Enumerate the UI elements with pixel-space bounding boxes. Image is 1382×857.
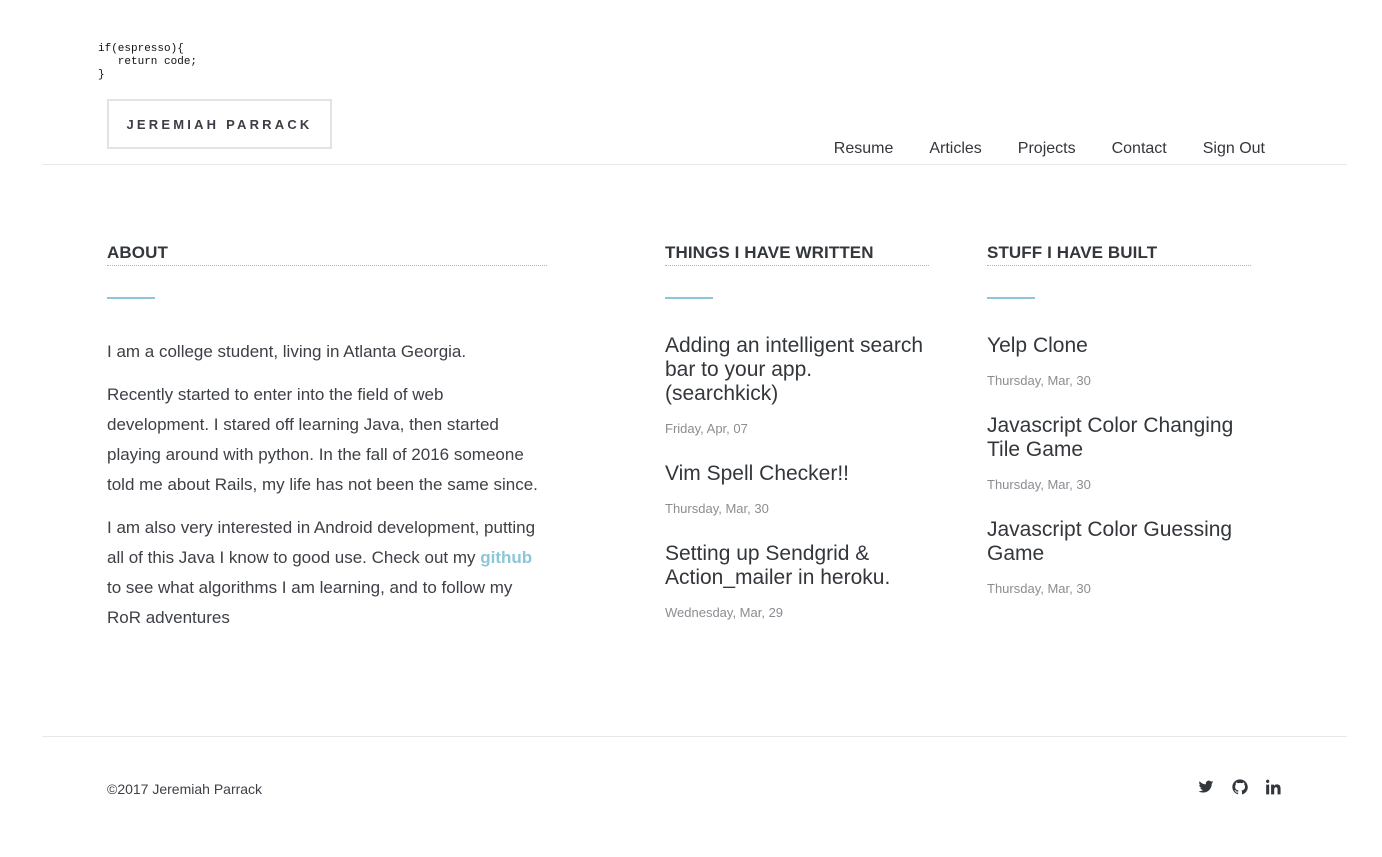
list-item: Vim Spell Checker!! Thursday, Mar, 30 [665, 462, 929, 516]
article-link[interactable]: Adding an intelligent search bar to your… [665, 334, 929, 406]
project-link[interactable]: Javascript Color Changing Tile Game [987, 414, 1251, 462]
about-text: I am also very interested in Android dev… [107, 518, 536, 567]
nav-articles[interactable]: Articles [929, 140, 981, 158]
twitter-icon[interactable] [1198, 779, 1214, 795]
copyright-text: ©2017 Jeremiah Parrack [107, 781, 263, 797]
project-list: Yelp Clone Thursday, Mar, 30 Javascript … [987, 334, 1251, 596]
project-link[interactable]: Yelp Clone [987, 334, 1251, 358]
list-item: Setting up Sendgrid & Action_mailer in h… [665, 542, 929, 620]
main-nav: Resume Articles Projects Contact Sign Ou… [834, 140, 1265, 158]
nav-contact[interactable]: Contact [1112, 140, 1167, 158]
accent-rule [987, 297, 1035, 299]
github-link[interactable]: github [480, 548, 532, 567]
nav-projects[interactable]: Projects [1018, 140, 1076, 158]
article-date: Thursday, Mar, 30 [665, 501, 769, 516]
article-date: Friday, Apr, 07 [665, 421, 748, 436]
linkedin-icon[interactable] [1266, 779, 1282, 795]
nav-sign-out[interactable]: Sign Out [1203, 140, 1265, 158]
written-title: THINGS I HAVE WRITTEN [665, 243, 929, 266]
about-text: to see what algorithms I am learning, an… [107, 578, 513, 627]
written-section: THINGS I HAVE WRITTEN Adding an intellig… [665, 243, 929, 646]
footer-divider [42, 736, 1347, 737]
built-title: STUFF I HAVE BUILT [987, 243, 1251, 266]
article-link[interactable]: Vim Spell Checker!! [665, 462, 929, 486]
accent-rule [665, 297, 713, 299]
about-body: I am a college student, living in Atlant… [107, 337, 547, 633]
about-paragraph: I am also very interested in Android dev… [107, 513, 547, 633]
list-item: Yelp Clone Thursday, Mar, 30 [987, 334, 1251, 388]
about-paragraph: Recently started to enter into the field… [107, 385, 538, 494]
list-item: Javascript Color Guessing Game Thursday,… [987, 518, 1251, 596]
project-date: Thursday, Mar, 30 [987, 581, 1091, 596]
about-title: ABOUT [107, 243, 547, 266]
article-link[interactable]: Setting up Sendgrid & Action_mailer in h… [665, 542, 929, 590]
project-link[interactable]: Javascript Color Guessing Game [987, 518, 1251, 566]
list-item: Adding an intelligent search bar to your… [665, 334, 929, 436]
article-list: Adding an intelligent search bar to your… [665, 334, 929, 620]
github-icon[interactable] [1232, 779, 1248, 795]
logo-text: JEREMIAH PARRACK [126, 116, 313, 132]
list-item: Javascript Color Changing Tile Game Thur… [987, 414, 1251, 492]
project-date: Thursday, Mar, 30 [987, 477, 1091, 492]
accent-rule [107, 297, 155, 299]
code-snippet: if(espresso){ return code; } [98, 43, 198, 81]
project-date: Thursday, Mar, 30 [987, 373, 1091, 388]
about-section: ABOUT I am a college student, living in … [107, 243, 547, 646]
about-paragraph: I am a college student, living in Atlant… [107, 342, 467, 361]
header-divider [42, 164, 1347, 165]
article-date: Wednesday, Mar, 29 [665, 605, 784, 620]
social-links [1198, 779, 1282, 795]
built-section: STUFF I HAVE BUILT Yelp Clone Thursday, … [987, 243, 1251, 622]
site-logo[interactable]: JEREMIAH PARRACK [107, 99, 332, 149]
nav-resume[interactable]: Resume [834, 140, 894, 158]
